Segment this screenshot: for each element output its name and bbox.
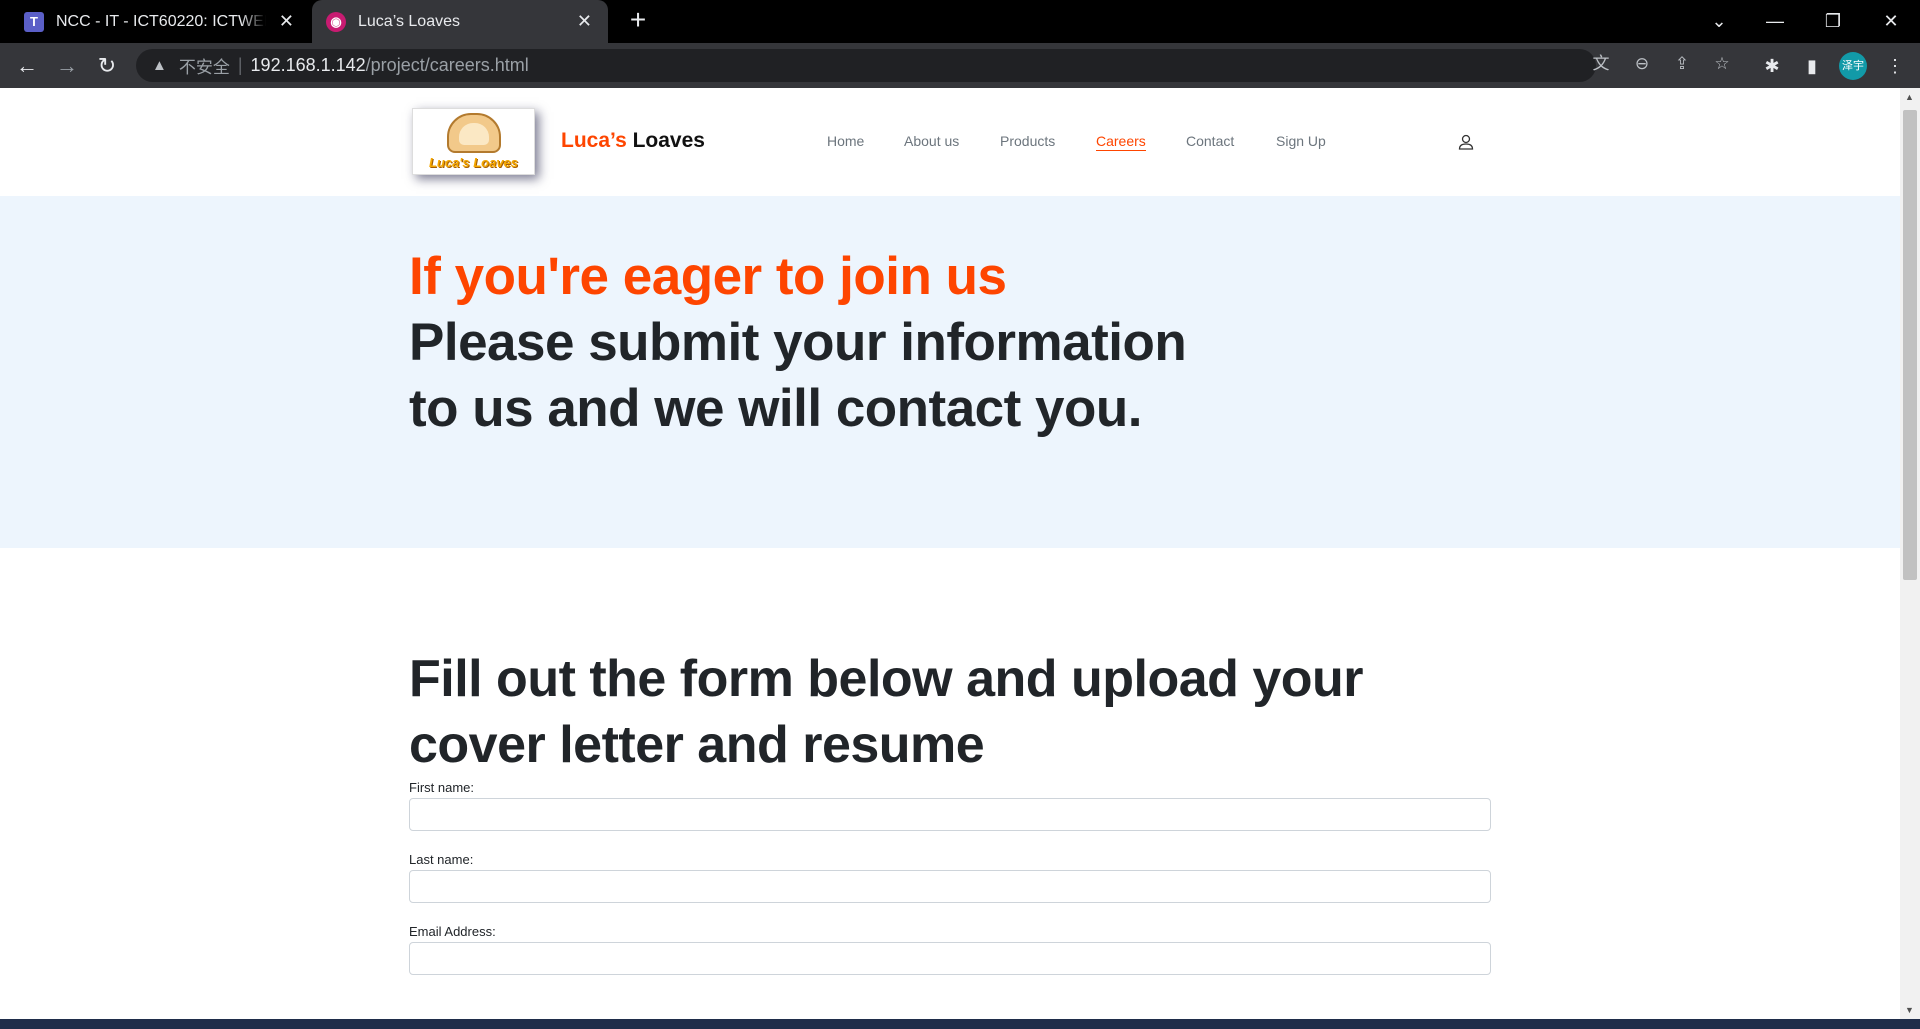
side-panel-icon[interactable]: ▮: [1797, 51, 1827, 81]
scroll-up-arrow-icon[interactable]: ▲: [1905, 92, 1914, 102]
tab-title: NCC - IT - ICT60220: ICTWEB5: [56, 12, 266, 30]
translate-icon[interactable]: 文: [1586, 49, 1616, 79]
nav-about-us[interactable]: About us: [904, 133, 959, 149]
brand-accent: Luca’s: [561, 129, 627, 152]
form-heading: Fill out the form below and upload your …: [409, 650, 1364, 774]
scroll-down-arrow-icon[interactable]: ▼: [1905, 1005, 1914, 1015]
site-favicon-icon: ◉: [326, 11, 346, 32]
bookmark-star-icon[interactable]: ☆: [1707, 49, 1737, 79]
address-separator: |: [237, 55, 243, 75]
close-tab-icon[interactable]: ✕: [279, 11, 294, 32]
email-label: Email Address:: [409, 924, 496, 939]
user-account-icon[interactable]: [1456, 132, 1476, 152]
reload-icon[interactable]: ↻: [92, 51, 122, 81]
address-bar[interactable]: ▲ 不安全 | 192.168.1.142 /project/careers.h…: [136, 49, 1596, 82]
nav-products[interactable]: Products: [1000, 133, 1055, 149]
first-name-input[interactable]: [409, 798, 1491, 831]
brand-name[interactable]: Luca’s Loaves: [561, 129, 705, 153]
nav-careers[interactable]: Careers: [1096, 133, 1146, 151]
email-input[interactable]: [409, 942, 1491, 975]
brand-main: Loaves: [632, 129, 705, 152]
close-tab-icon[interactable]: ✕: [577, 11, 592, 32]
hero-headline-line3: to us and we will contact you.: [409, 379, 1142, 438]
url-host: 192.168.1.142: [250, 55, 366, 75]
nav-sign-up[interactable]: Sign Up: [1276, 133, 1326, 149]
logo-text: Luca's Loaves: [428, 155, 519, 170]
menu-kebab-icon[interactable]: ⋮: [1880, 51, 1910, 81]
extensions-puzzle-icon[interactable]: ✱: [1757, 51, 1787, 81]
tab-strip: T NCC - IT - ICT60220: ICTWEB5 ✕ ◉ Luca’…: [0, 0, 1920, 43]
share-icon[interactable]: ⇪: [1667, 49, 1697, 79]
profile-avatar[interactable]: 泽宇: [1839, 52, 1867, 80]
taskbar-edge: [0, 1019, 1920, 1029]
minimize-icon[interactable]: —: [1760, 6, 1790, 36]
tab-lucas-loaves[interactable]: ◉ Luca’s Loaves ✕: [312, 0, 608, 43]
new-tab-button[interactable]: +: [623, 6, 653, 36]
page-viewport: Luca's Loaves Luca’s Loaves Home About u…: [0, 88, 1900, 1019]
site-logo[interactable]: Luca's Loaves: [412, 108, 535, 175]
hero-section: If you're eager to join us Please submit…: [0, 196, 1900, 548]
teams-favicon-icon: T: [24, 11, 44, 32]
bread-logo-icon: [447, 113, 501, 153]
warning-triangle-icon: ▲: [152, 57, 167, 74]
forward-arrow-icon[interactable]: →: [52, 51, 82, 81]
url-path: /project/careers.html: [365, 55, 529, 75]
last-name-label: Last name:: [409, 852, 474, 867]
last-name-input[interactable]: [409, 870, 1491, 903]
close-window-icon[interactable]: ✕: [1876, 6, 1906, 36]
back-arrow-icon[interactable]: ←: [12, 51, 42, 81]
browser-toolbar: ← → ↻ ▲ 不安全 | 192.168.1.142 /project/car…: [0, 43, 1920, 88]
tab-search-chevron-icon[interactable]: ⌄: [1704, 6, 1734, 36]
hero-headline-line2: Please submit your information: [409, 313, 1187, 372]
nav-contact[interactable]: Contact: [1186, 133, 1234, 149]
first-name-label: First name:: [409, 780, 475, 795]
page-scrollbar[interactable]: ▲ ▼: [1900, 88, 1920, 1019]
restore-icon[interactable]: ❐: [1818, 6, 1848, 36]
nav-home[interactable]: Home: [827, 133, 864, 149]
security-label[interactable]: 不安全: [179, 53, 230, 78]
zoom-out-icon[interactable]: ⊖: [1627, 49, 1657, 79]
hero-headline-accent: If you're eager to join us: [409, 247, 1007, 306]
tab-ncc[interactable]: T NCC - IT - ICT60220: ICTWEB5 ✕: [10, 0, 310, 43]
scrollbar-thumb[interactable]: [1903, 110, 1917, 580]
tab-title: Luca’s Loaves: [358, 12, 460, 30]
site-header: Luca's Loaves Luca’s Loaves Home About u…: [0, 88, 1900, 196]
